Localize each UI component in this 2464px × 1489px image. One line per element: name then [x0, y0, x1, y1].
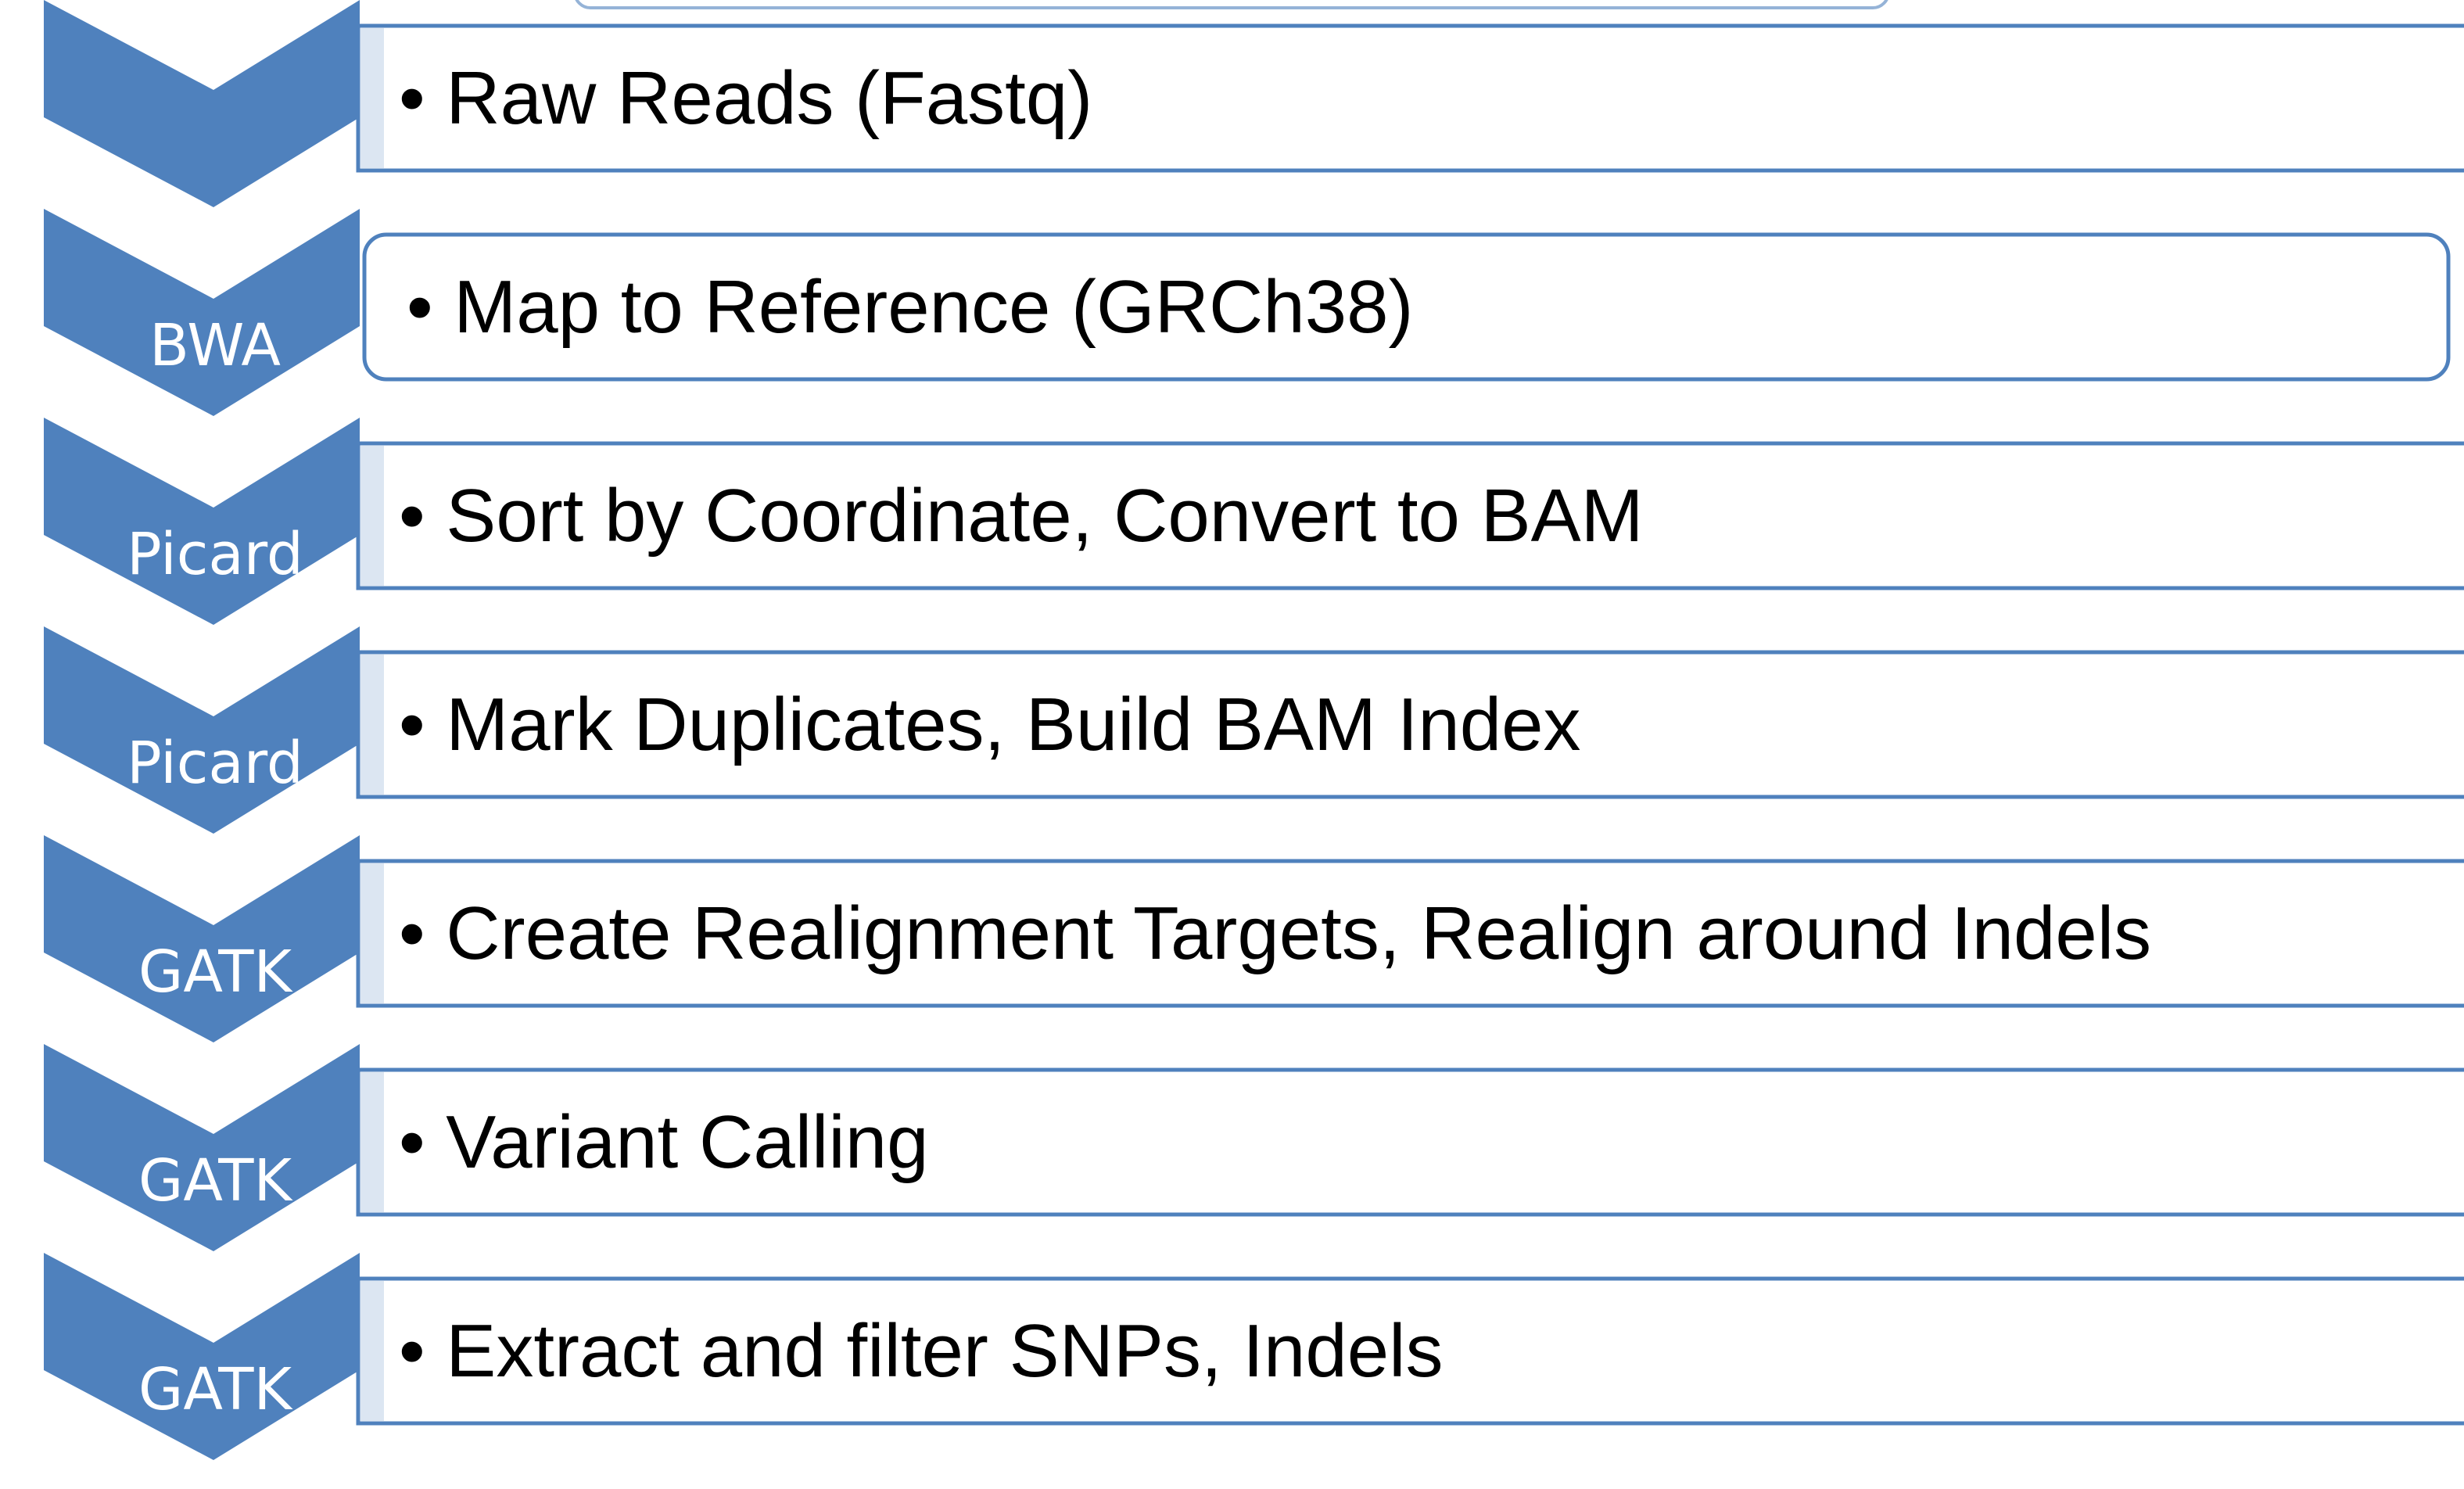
pipeline-step: GATK • Create Realignment Targets, Realig…	[44, 835, 2464, 1042]
step-description: • Sort by Coordinate, Convert to BAM	[399, 474, 1644, 558]
step-description: • Raw Reads (Fastq)	[399, 56, 1092, 140]
step-description: • Mark Duplicates, Build BAM Index	[399, 683, 1581, 766]
chevron-tool-label: Picard	[127, 730, 303, 797]
chevron-tool-label: Picard	[127, 521, 303, 588]
pipeline-step: GATK • Variant Calling	[44, 1044, 2464, 1251]
pipeline-step: BWA • Map to Reference (GRCh38)	[44, 209, 2451, 416]
box-shade-strip	[360, 1281, 384, 1421]
chevron-tool-label: GATK	[138, 938, 293, 1006]
box-shade-strip	[360, 863, 384, 1003]
pipeline-diagram: • Raw Reads (Fastq) BWA • Map to Reference…	[44, 0, 2464, 1460]
chevron-tool-label: GATK	[138, 1147, 293, 1215]
step-description: • Create Realignment Targets, Realign ar…	[399, 892, 2151, 975]
pipeline-step: • Raw Reads (Fastq)	[44, 0, 2464, 207]
box-shade-strip	[360, 1072, 384, 1212]
top-cropped-box	[575, 0, 1888, 9]
step-description: • Map to Reference (GRCh38)	[407, 265, 1413, 349]
box-shade-strip	[360, 28, 384, 168]
pipeline-step: Picard • Sort by Coordinate, Convert to B…	[44, 418, 2464, 625]
chevron-tool-label: GATK	[138, 1356, 293, 1423]
box-shade-strip	[360, 655, 384, 795]
step-description: • Variant Calling	[399, 1100, 928, 1184]
steps-layer: • Raw Reads (Fastq) BWA • Map to Reference…	[44, 0, 2464, 1460]
step-description: • Extract and filter SNPs, Indels	[399, 1309, 1443, 1393]
chevron-tool-label: BWA	[149, 312, 281, 379]
pipeline-step: Picard • Mark Duplicates, Build BAM Index	[44, 626, 2464, 834]
box-shade-strip	[360, 446, 384, 586]
chevron-shape	[44, 0, 360, 207]
pipeline-step: GATK • Extract and filter SNPs, Indels	[44, 1253, 2464, 1460]
